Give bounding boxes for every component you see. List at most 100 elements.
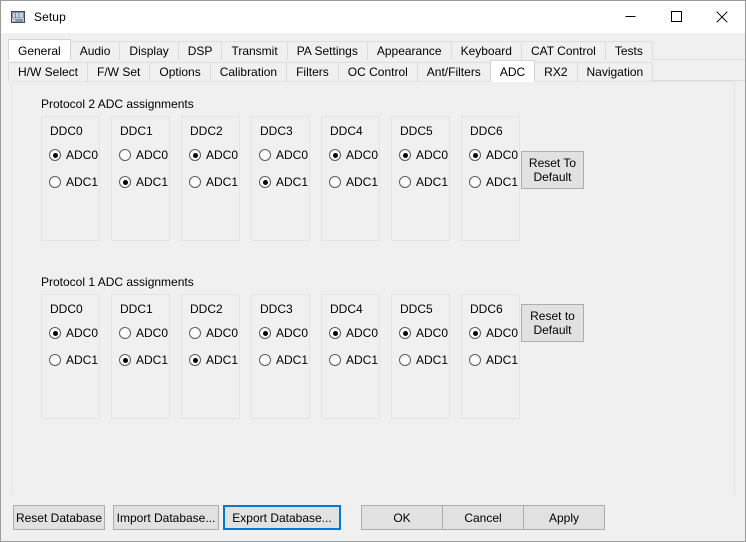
- tab-row-filler: [651, 41, 745, 60]
- ok-button[interactable]: OK: [361, 505, 443, 530]
- tab-adc[interactable]: ADC: [489, 60, 536, 82]
- protocol1-ddc3-radio-adc1[interactable]: ADC1: [259, 353, 308, 367]
- ddc-label: DDC0: [50, 302, 83, 316]
- protocol1-ddc2-panel: DDC2 ADC0 ADC1: [181, 294, 240, 419]
- window-controls: [607, 1, 745, 32]
- protocol2-ddc5-radio-adc0[interactable]: ADC0: [399, 148, 448, 162]
- protocol2-ddc6-radio-adc0[interactable]: ADC0: [469, 148, 518, 162]
- protocol2-ddc6-radio-adc1[interactable]: ADC1: [469, 175, 518, 189]
- tab-options[interactable]: Options: [149, 62, 211, 81]
- import-database-button[interactable]: Import Database...: [113, 505, 219, 530]
- tab-tests[interactable]: Tests: [604, 41, 653, 60]
- radio-button-icon: [119, 354, 131, 366]
- tab-f-w-set[interactable]: F/W Set: [87, 62, 151, 81]
- protocol2-ddc2-radio-adc0[interactable]: ADC0: [189, 148, 238, 162]
- tab-ant-filters[interactable]: Ant/Filters: [416, 62, 491, 81]
- protocol2-ddc4-radio-adc0[interactable]: ADC0: [329, 148, 378, 162]
- radio-button-icon: [469, 176, 481, 188]
- radio-label: ADC0: [276, 326, 309, 340]
- protocol2-ddc3-panel: DDC3 ADC0 ADC1: [251, 116, 310, 241]
- protocol1-ddc1-radio-adc1[interactable]: ADC1: [119, 353, 168, 367]
- radio-label: ADC0: [276, 148, 309, 162]
- tab-appearance[interactable]: Appearance: [366, 41, 452, 60]
- tab-general[interactable]: General: [8, 39, 71, 61]
- tab-transmit[interactable]: Transmit: [221, 41, 288, 60]
- protocol1-ddc2-radio-adc0[interactable]: ADC0: [189, 326, 238, 340]
- radio-button-icon: [399, 176, 411, 188]
- protocol2-ddc2-radio-adc1[interactable]: ADC1: [189, 175, 238, 189]
- tab-calibration[interactable]: Calibration: [209, 62, 288, 81]
- radio-button-icon: [119, 327, 131, 339]
- radio-button-icon: [189, 176, 201, 188]
- protocol1-ddc2-radio-adc1[interactable]: ADC1: [189, 353, 238, 367]
- minimize-icon[interactable]: [607, 1, 653, 32]
- protocol2-ddc0-radio-adc1[interactable]: ADC1: [49, 175, 98, 189]
- radio-label: ADC0: [346, 326, 379, 340]
- protocol1-ddc0-panel: DDC0 ADC0 ADC1: [41, 294, 100, 419]
- export-database-button[interactable]: Export Database...: [223, 505, 341, 530]
- ddc-label: DDC6: [470, 302, 503, 316]
- protocol1-ddc5-radio-adc1[interactable]: ADC1: [399, 353, 448, 367]
- radio-button-icon: [189, 149, 201, 161]
- tab-row-secondary: H/W Select F/W Set Options Calibration Filte…: [8, 60, 745, 82]
- tab-dsp[interactable]: DSP: [177, 41, 223, 60]
- radio-label: ADC1: [136, 353, 169, 367]
- radio-button-icon: [469, 327, 481, 339]
- protocol2-reset-to-default-button[interactable]: Reset To Default: [521, 151, 584, 189]
- radio-button-icon: [469, 354, 481, 366]
- protocol2-ddc4-panel: DDC4 ADC0 ADC1: [321, 116, 380, 241]
- tab-oc-control[interactable]: OC Control: [337, 62, 418, 81]
- radio-label: ADC0: [486, 326, 519, 340]
- protocol1-ddc1-radio-adc0[interactable]: ADC0: [119, 326, 168, 340]
- tab-cat-control[interactable]: CAT Control: [520, 41, 606, 60]
- tab-navigation[interactable]: Navigation: [576, 62, 654, 81]
- tab-filters[interactable]: Filters: [286, 62, 339, 81]
- close-icon[interactable]: [699, 1, 745, 32]
- maximize-icon[interactable]: [653, 1, 699, 32]
- radio-label: ADC1: [486, 353, 519, 367]
- protocol2-ddc2-panel: DDC2 ADC0 ADC1: [181, 116, 240, 241]
- ddc-label: DDC0: [50, 124, 83, 138]
- protocol2-ddc5-radio-adc1[interactable]: ADC1: [399, 175, 448, 189]
- protocol1-ddc6-radio-adc0[interactable]: ADC0: [469, 326, 518, 340]
- tab-rx2[interactable]: RX2: [534, 62, 578, 81]
- protocol1-ddc0-radio-adc0[interactable]: ADC0: [49, 326, 98, 340]
- protocol2-ddc4-radio-adc1[interactable]: ADC1: [329, 175, 378, 189]
- radio-button-icon: [329, 176, 341, 188]
- protocol2-ddc1-radio-adc1[interactable]: ADC1: [119, 175, 168, 189]
- radio-label: ADC1: [416, 353, 449, 367]
- ddc-label: DDC3: [260, 302, 293, 316]
- ddc-label: DDC6: [470, 124, 503, 138]
- radio-button-icon: [119, 149, 131, 161]
- protocol2-ddc0-radio-adc0[interactable]: ADC0: [49, 148, 98, 162]
- setup-window: Setup General Audio Display DSP Transmit PA S…: [0, 0, 746, 542]
- radio-label: ADC0: [66, 148, 99, 162]
- reset-database-button[interactable]: Reset Database: [13, 505, 105, 530]
- radio-label: ADC0: [66, 326, 99, 340]
- protocol1-reset-to-default-button[interactable]: Reset to Default: [521, 304, 584, 342]
- protocol2-ddc3-radio-adc0[interactable]: ADC0: [259, 148, 308, 162]
- protocol1-ddc5-radio-adc0[interactable]: ADC0: [399, 326, 448, 340]
- tab-display[interactable]: Display: [119, 41, 179, 60]
- radio-label: ADC0: [206, 326, 239, 340]
- protocol1-ddc4-radio-adc0[interactable]: ADC0: [329, 326, 378, 340]
- radio-label: ADC1: [66, 353, 99, 367]
- protocol1-ddc6-radio-adc1[interactable]: ADC1: [469, 353, 518, 367]
- protocol1-ddc4-radio-adc1[interactable]: ADC1: [329, 353, 378, 367]
- protocol1-ddc3-radio-adc0[interactable]: ADC0: [259, 326, 308, 340]
- protocol2-ddc1-radio-adc0[interactable]: ADC0: [119, 148, 168, 162]
- apply-button[interactable]: Apply: [523, 505, 605, 530]
- protocol1-ddc6-panel: DDC6 ADC0 ADC1: [461, 294, 520, 419]
- tab-h-w-select[interactable]: H/W Select: [8, 62, 89, 81]
- radio-button-icon: [329, 354, 341, 366]
- tab-audio[interactable]: Audio: [69, 41, 121, 60]
- tab-keyboard[interactable]: Keyboard: [450, 41, 522, 60]
- protocol2-ddc3-radio-adc1[interactable]: ADC1: [259, 175, 308, 189]
- protocol2-ddc1-panel: DDC1 ADC0 ADC1: [111, 116, 170, 241]
- ddc-label: DDC4: [330, 124, 363, 138]
- window-title: Setup: [34, 9, 66, 24]
- protocol1-ddc0-radio-adc1[interactable]: ADC1: [49, 353, 98, 367]
- tab-pa-settings[interactable]: PA Settings: [286, 41, 368, 60]
- protocol2-ddc0-panel: DDC0 ADC0 ADC1: [41, 116, 100, 241]
- cancel-button[interactable]: Cancel: [442, 505, 524, 530]
